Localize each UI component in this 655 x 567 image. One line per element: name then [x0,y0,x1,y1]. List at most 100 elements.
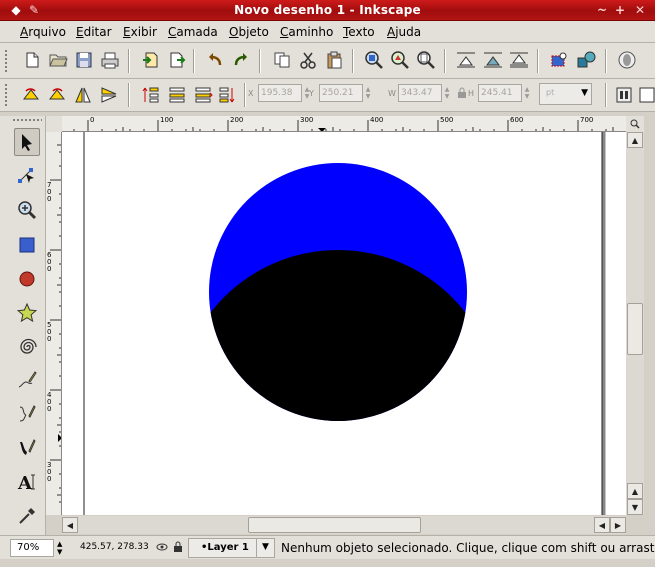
star-tool-icon[interactable] [14,299,40,327]
menu-camada[interactable]: Camada [168,25,218,39]
y-spin-arrows[interactable]: ▲ ▼ [363,84,373,102]
distribute-center-icon[interactable] [482,49,504,71]
rectangle-tool-icon[interactable] [14,231,40,259]
layer-select[interactable]: •Layer 1 ▼ [188,538,275,558]
horizontal-scroll-thumb[interactable] [248,517,421,533]
scroll-left-icon[interactable]: ◀ [62,517,78,533]
calligraphy-tool-icon[interactable] [14,434,40,462]
distribute-bottom-icon[interactable] [508,49,530,71]
import-icon[interactable] [139,49,161,71]
toolbox-grip[interactable] [12,118,42,122]
toolbar-grip[interactable] [4,83,8,107]
undo-icon[interactable] [204,49,226,71]
paste-icon[interactable] [323,49,345,71]
vertical-scroll-thumb[interactable] [627,303,643,355]
export-icon[interactable] [166,49,188,71]
zoom-spin-arrows[interactable]: ▲ ▼ [57,540,62,556]
scroll-up-icon[interactable]: ▲ [627,132,643,148]
w-label: W [388,88,396,98]
zoom-selection-icon[interactable] [363,49,385,71]
y-input[interactable] [319,84,363,102]
zoom-field[interactable]: 70% [10,539,54,557]
text-tool-icon[interactable]: A [14,468,40,496]
menu-editar[interactable]: Editar [76,25,112,39]
menu-texto[interactable]: Texto [343,25,375,39]
drawing-canvas[interactable] [62,132,626,515]
ruler-corner [46,116,62,132]
x-input[interactable] [258,84,302,102]
search-icon[interactable] [626,116,644,132]
flip-vertical-icon[interactable] [98,84,120,106]
new-document-icon[interactable] [21,49,43,71]
scroll-right-icon[interactable]: ▶ [610,517,626,533]
selector-tool-icon[interactable] [14,128,40,156]
scale-stroke-icon[interactable] [613,84,635,106]
save-icon[interactable] [73,49,95,71]
cut-icon[interactable] [297,49,319,71]
menu-exibir[interactable]: Exibir [123,25,157,39]
redo-icon[interactable] [230,49,252,71]
eye-icon[interactable] [156,541,168,556]
layer-name: •Layer 1 [201,542,249,553]
pen-tool-icon[interactable] [14,400,40,428]
svg-text:A: A [17,473,33,492]
menu-ajuda[interactable]: Ajuda [387,25,421,39]
scroll-up-icon[interactable]: ▲ [627,483,643,499]
preferences-icon[interactable] [616,49,638,71]
menu-arquivo[interactable]: Arquivo [20,25,66,39]
dropper-tool-icon[interactable] [14,502,40,530]
raise-icon[interactable] [166,84,188,106]
h-input[interactable] [478,84,522,102]
window-bottom-border [0,559,655,567]
rotate-ccw-icon[interactable] [20,84,42,106]
zoom-page-icon[interactable] [415,49,437,71]
node-editor-icon[interactable] [548,49,570,71]
ruler-tick-label: 0 [90,116,95,124]
copy-icon[interactable] [271,49,293,71]
xml-editor-icon[interactable] [575,49,597,71]
open-icon[interactable] [47,49,69,71]
print-icon[interactable] [99,49,121,71]
chevron-down-icon: ▼ [256,539,274,557]
cursor-coordinates: 425.57, 278.33 [80,542,149,552]
lower-to-bottom-icon[interactable] [216,84,238,106]
close-icon[interactable]: ✕ [632,3,648,17]
ellipse-tool-icon[interactable] [14,265,40,293]
commands-toolbar [0,43,655,79]
ruler-tick-label: 400 [47,391,52,413]
ruler-tick-label: 100 [160,116,174,124]
lock-icon[interactable] [457,87,467,102]
toolbar-grip[interactable] [4,49,8,73]
horizontal-scrollbar[interactable]: ◀ ◀ ▶ [62,516,626,534]
title-bar: ◆ ✎ Novo desenho 1 - Inkscape ~ + ✕ [0,0,655,21]
rotate-cw-icon[interactable] [46,84,68,106]
distribute-top-icon[interactable] [455,49,477,71]
h-spin-arrows[interactable]: ▲ ▼ [522,84,532,102]
ruler-tick-label: 700 [47,181,52,203]
zoom-tool-icon[interactable] [14,196,40,224]
menu-caminho[interactable]: Caminho [280,25,333,39]
lower-icon[interactable] [192,84,214,106]
ruler-tick-label: 700 [580,116,594,124]
menu-objeto[interactable]: Objeto [229,25,269,39]
flip-horizontal-icon[interactable] [72,84,94,106]
maximize-icon[interactable]: + [612,3,628,17]
lock-icon[interactable] [173,541,183,556]
w-input[interactable] [398,84,442,102]
pencil-tool-icon[interactable] [14,366,40,394]
scale-corners-icon[interactable] [636,84,655,106]
vertical-scrollbar[interactable]: ▲ ▲ ▼ [626,132,644,515]
node-tool-icon[interactable] [14,161,40,189]
scroll-down-icon[interactable]: ▼ [627,499,643,515]
spiral-tool-icon[interactable] [14,333,40,361]
scroll-left-icon[interactable]: ◀ [594,517,610,533]
zoom-drawing-icon[interactable] [389,49,411,71]
vertical-ruler[interactable]: 700 600 500 400 300 [46,132,62,515]
menu-bar: Arquivo Editar Exibir Camada Objeto Cami… [0,21,655,43]
w-spin-arrows[interactable]: ▲ ▼ [442,84,452,102]
unit-select[interactable]: pt ▼ [539,83,592,105]
raise-to-top-icon[interactable] [140,84,162,106]
h-spinbox: H ▲▼ [468,83,532,103]
horizontal-ruler[interactable]: 0 100 200 300 400 500 600 700 [62,116,626,132]
minimize-icon[interactable]: ~ [594,3,610,17]
